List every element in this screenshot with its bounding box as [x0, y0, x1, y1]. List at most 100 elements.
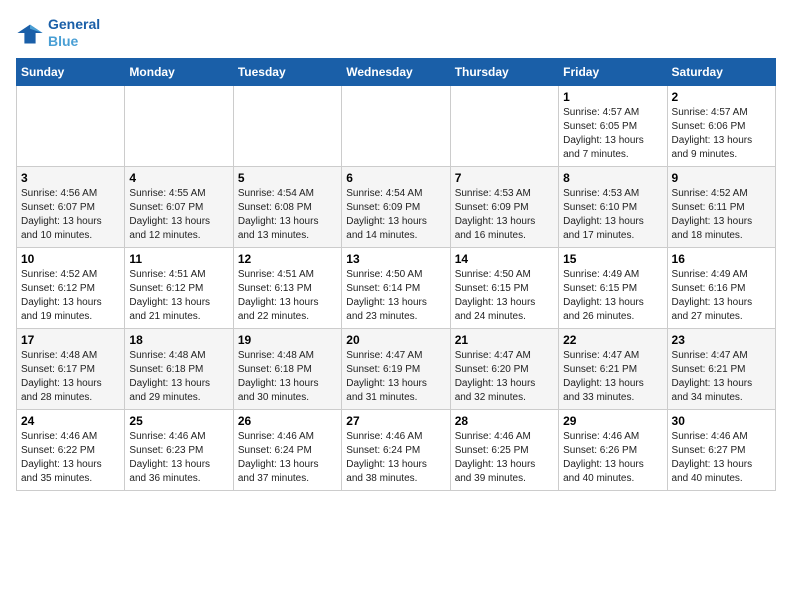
calendar-cell [342, 85, 450, 166]
calendar-cell: 8 Sunrise: 4:53 AM Sunset: 6:10 PM Daylig… [559, 166, 667, 247]
day-detail: Sunrise: 4:47 AM Sunset: 6:19 PM Dayligh… [346, 349, 445, 405]
day-number: 14 [455, 252, 554, 266]
calendar-cell [233, 85, 341, 166]
day-number: 29 [563, 414, 662, 428]
calendar-cell [125, 85, 233, 166]
day-number: 12 [238, 252, 337, 266]
day-number: 8 [563, 171, 662, 185]
weekday-header: Sunday [17, 58, 125, 85]
calendar-cell: 6 Sunrise: 4:54 AM Sunset: 6:09 PM Daylig… [342, 166, 450, 247]
calendar-cell: 4 Sunrise: 4:55 AM Sunset: 6:07 PM Daylig… [125, 166, 233, 247]
calendar-header-row: SundayMondayTuesdayWednesdayThursdayFrid… [17, 58, 776, 85]
day-detail: Sunrise: 4:52 AM Sunset: 6:11 PM Dayligh… [672, 187, 771, 243]
day-detail: Sunrise: 4:51 AM Sunset: 6:13 PM Dayligh… [238, 268, 337, 324]
day-number: 28 [455, 414, 554, 428]
calendar-cell: 3 Sunrise: 4:56 AM Sunset: 6:07 PM Daylig… [17, 166, 125, 247]
calendar-cell: 13Sunrise: 4:50 AM Sunset: 6:14 PM Dayli… [342, 247, 450, 328]
calendar-cell: 10 Sunrise: 4:52 AM Sunset: 6:12 PM Dayli… [17, 247, 125, 328]
day-detail: Sunrise: 4:48 AM Sunset: 6:17 PM Dayligh… [21, 349, 120, 405]
calendar-cell: 14 Sunrise: 4:50 AM Sunset: 6:15 PM Dayli… [450, 247, 558, 328]
calendar-cell: 24 Sunrise: 4:46 AM Sunset: 6:22 PM Dayli… [17, 409, 125, 490]
day-detail: Sunrise: 4:55 AM Sunset: 6:07 PM Dayligh… [129, 187, 228, 243]
day-number: 19 [238, 333, 337, 347]
day-number: 20 [346, 333, 445, 347]
calendar-table: SundayMondayTuesdayWednesdayThursdayFrid… [16, 58, 776, 491]
calendar-cell [17, 85, 125, 166]
day-number: 15 [563, 252, 662, 266]
calendar-cell: 22 Sunrise: 4:47 AM Sunset: 6:21 PM Dayli… [559, 328, 667, 409]
day-number: 18 [129, 333, 228, 347]
day-detail: Sunrise: 4:57 AM Sunset: 6:05 PM Dayligh… [563, 106, 662, 162]
day-detail: Sunrise: 4:47 AM Sunset: 6:21 PM Dayligh… [563, 349, 662, 405]
day-number: 9 [672, 171, 771, 185]
calendar-cell: 7 Sunrise: 4:53 AM Sunset: 6:09 PM Daylig… [450, 166, 558, 247]
day-detail: Sunrise: 4:46 AM Sunset: 6:23 PM Dayligh… [129, 430, 228, 486]
logo: General Blue [16, 16, 100, 50]
day-detail: Sunrise: 4:50 AM Sunset: 6:15 PM Dayligh… [455, 268, 554, 324]
day-detail: Sunrise: 4:53 AM Sunset: 6:09 PM Dayligh… [455, 187, 554, 243]
calendar-cell: 11 Sunrise: 4:51 AM Sunset: 6:12 PM Dayli… [125, 247, 233, 328]
day-number: 6 [346, 171, 445, 185]
day-number: 11 [129, 252, 228, 266]
day-detail: Sunrise: 4:47 AM Sunset: 6:21 PM Dayligh… [672, 349, 771, 405]
calendar-week-row: 17 Sunrise: 4:48 AM Sunset: 6:17 PM Dayli… [17, 328, 776, 409]
day-detail: Sunrise: 4:49 AM Sunset: 6:16 PM Dayligh… [672, 268, 771, 324]
day-detail: Sunrise: 4:48 AM Sunset: 6:18 PM Dayligh… [129, 349, 228, 405]
day-detail: Sunrise: 4:46 AM Sunset: 6:24 PM Dayligh… [346, 430, 445, 486]
day-number: 4 [129, 171, 228, 185]
day-number: 2 [672, 90, 771, 104]
calendar-cell: 29 Sunrise: 4:46 AM Sunset: 6:26 PM Dayli… [559, 409, 667, 490]
day-detail: Sunrise: 4:46 AM Sunset: 6:24 PM Dayligh… [238, 430, 337, 486]
weekday-header: Tuesday [233, 58, 341, 85]
day-detail: Sunrise: 4:54 AM Sunset: 6:08 PM Dayligh… [238, 187, 337, 243]
calendar-cell: 30 Sunrise: 4:46 AM Sunset: 6:27 PM Dayli… [667, 409, 775, 490]
day-number: 16 [672, 252, 771, 266]
calendar-cell: 16 Sunrise: 4:49 AM Sunset: 6:16 PM Dayli… [667, 247, 775, 328]
calendar-cell: 9 Sunrise: 4:52 AM Sunset: 6:11 PM Daylig… [667, 166, 775, 247]
day-number: 26 [238, 414, 337, 428]
calendar-cell: 1 Sunrise: 4:57 AM Sunset: 6:05 PM Daylig… [559, 85, 667, 166]
day-detail: Sunrise: 4:52 AM Sunset: 6:12 PM Dayligh… [21, 268, 120, 324]
day-detail: Sunrise: 4:46 AM Sunset: 6:22 PM Dayligh… [21, 430, 120, 486]
calendar-cell: 18 Sunrise: 4:48 AM Sunset: 6:18 PM Dayli… [125, 328, 233, 409]
calendar-week-row: 24 Sunrise: 4:46 AM Sunset: 6:22 PM Dayli… [17, 409, 776, 490]
calendar-cell: 23 Sunrise: 4:47 AM Sunset: 6:21 PM Dayli… [667, 328, 775, 409]
day-number: 24 [21, 414, 120, 428]
day-number: 10 [21, 252, 120, 266]
day-number: 3 [21, 171, 120, 185]
weekday-header: Thursday [450, 58, 558, 85]
day-number: 30 [672, 414, 771, 428]
day-detail: Sunrise: 4:54 AM Sunset: 6:09 PM Dayligh… [346, 187, 445, 243]
day-detail: Sunrise: 4:50 AM Sunset: 6:14 PM Dayligh… [346, 268, 445, 324]
day-detail: Sunrise: 4:46 AM Sunset: 6:26 PM Dayligh… [563, 430, 662, 486]
calendar-week-row: 1 Sunrise: 4:57 AM Sunset: 6:05 PM Daylig… [17, 85, 776, 166]
day-number: 23 [672, 333, 771, 347]
calendar-cell: 21 Sunrise: 4:47 AM Sunset: 6:20 PM Dayli… [450, 328, 558, 409]
day-number: 1 [563, 90, 662, 104]
day-number: 25 [129, 414, 228, 428]
calendar-cell: 28 Sunrise: 4:46 AM Sunset: 6:25 PM Dayli… [450, 409, 558, 490]
day-number: 17 [21, 333, 120, 347]
logo-text: General Blue [48, 16, 100, 50]
day-detail: Sunrise: 4:56 AM Sunset: 6:07 PM Dayligh… [21, 187, 120, 243]
weekday-header: Saturday [667, 58, 775, 85]
day-detail: Sunrise: 4:46 AM Sunset: 6:25 PM Dayligh… [455, 430, 554, 486]
calendar-cell: 17 Sunrise: 4:48 AM Sunset: 6:17 PM Dayli… [17, 328, 125, 409]
calendar-cell: 27Sunrise: 4:46 AM Sunset: 6:24 PM Dayli… [342, 409, 450, 490]
day-detail: Sunrise: 4:47 AM Sunset: 6:20 PM Dayligh… [455, 349, 554, 405]
day-detail: Sunrise: 4:46 AM Sunset: 6:27 PM Dayligh… [672, 430, 771, 486]
day-number: 21 [455, 333, 554, 347]
day-detail: Sunrise: 4:49 AM Sunset: 6:15 PM Dayligh… [563, 268, 662, 324]
day-detail: Sunrise: 4:53 AM Sunset: 6:10 PM Dayligh… [563, 187, 662, 243]
calendar-week-row: 10 Sunrise: 4:52 AM Sunset: 6:12 PM Dayli… [17, 247, 776, 328]
calendar-cell: 15 Sunrise: 4:49 AM Sunset: 6:15 PM Dayli… [559, 247, 667, 328]
header: General Blue [16, 16, 776, 50]
calendar-cell: 12 Sunrise: 4:51 AM Sunset: 6:13 PM Dayli… [233, 247, 341, 328]
day-number: 7 [455, 171, 554, 185]
calendar-cell: 5Sunrise: 4:54 AM Sunset: 6:08 PM Daylig… [233, 166, 341, 247]
day-number: 22 [563, 333, 662, 347]
day-detail: Sunrise: 4:51 AM Sunset: 6:12 PM Dayligh… [129, 268, 228, 324]
calendar-cell: 2Sunrise: 4:57 AM Sunset: 6:06 PM Daylig… [667, 85, 775, 166]
weekday-header: Friday [559, 58, 667, 85]
day-detail: Sunrise: 4:48 AM Sunset: 6:18 PM Dayligh… [238, 349, 337, 405]
